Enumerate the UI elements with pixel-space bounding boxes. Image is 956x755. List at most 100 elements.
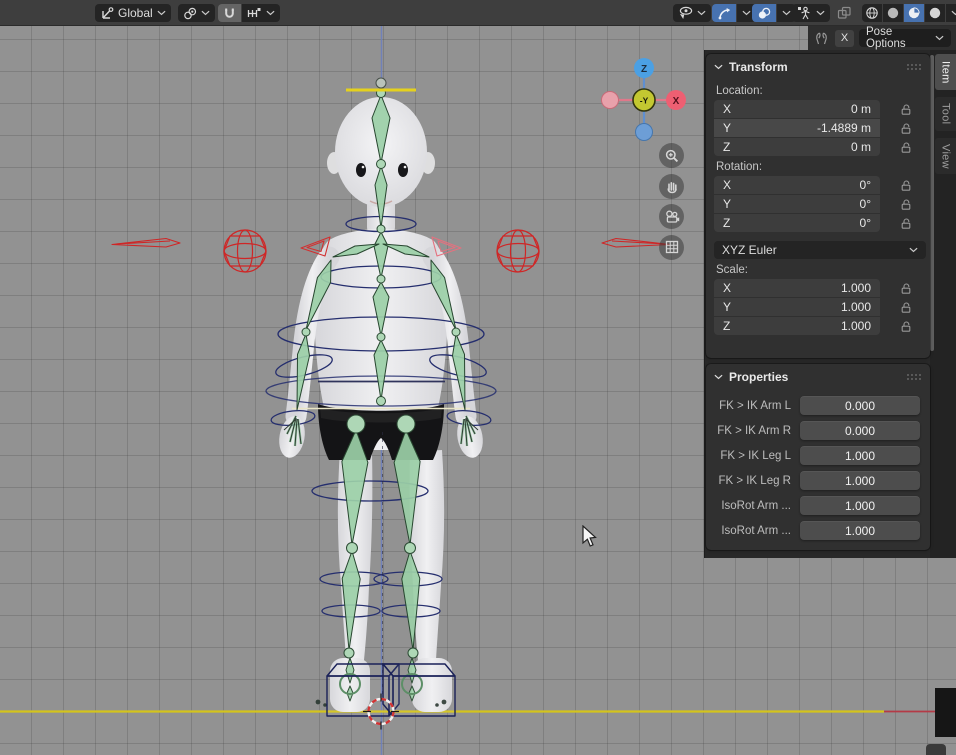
isorot-arm-1-slider[interactable]: 1.000 [800, 496, 920, 515]
pose-display-dropdown[interactable] [792, 4, 830, 22]
lock-icon[interactable] [899, 301, 913, 314]
location-x-field[interactable]: X 0 m [714, 100, 880, 118]
shading-solid-button[interactable] [883, 4, 903, 22]
properties-panel-title: Properties [729, 370, 788, 384]
lock-icon[interactable] [899, 141, 913, 154]
fk-ik-leg-r-slider[interactable]: 1.000 [800, 471, 920, 490]
blender-window: Z X -Y [0, 0, 956, 755]
fk-ik-leg-l-slider[interactable]: 1.000 [800, 446, 920, 465]
x-axis-mirror-icon [813, 31, 830, 46]
shading-rendered-button[interactable] [925, 4, 945, 22]
tab-item[interactable]: Item [935, 54, 956, 90]
zoom-button[interactable] [659, 143, 684, 168]
pivot-point-dropdown[interactable] [178, 4, 215, 22]
shading-wireframe-icon [865, 6, 879, 20]
panel-collapse-icon [714, 374, 723, 380]
scale-y-field[interactable]: Y 1.000 [714, 298, 880, 316]
property-label: FK > IK Arm R [712, 425, 800, 437]
chevron-down-icon [266, 10, 275, 16]
lock-icon[interactable] [899, 282, 913, 295]
gizmo-x-label: X [673, 96, 680, 107]
property-label: FK > IK Leg R [712, 475, 800, 487]
rotation-x-field[interactable]: X 0° [714, 176, 880, 194]
gizmo-z-label: Z [641, 64, 647, 75]
gizmo-neg-y-label: -Y [640, 96, 649, 106]
rotation-mode-value: XYZ Euler [722, 243, 777, 257]
show-gizmos-toggle[interactable] [712, 4, 736, 22]
corner-widget[interactable] [926, 744, 946, 755]
property-row: FK > IK Arm R 0.000 [712, 421, 920, 440]
snap-toggle-button[interactable] [218, 4, 241, 22]
property-row: FK > IK Leg L 1.000 [712, 446, 920, 465]
chevron-down-icon [951, 10, 956, 16]
transform-orientation-icon [100, 7, 114, 20]
location-y-field[interactable]: Y -1.4889 m [714, 119, 880, 137]
tab-view[interactable]: View [935, 138, 956, 174]
pan-button[interactable] [659, 174, 684, 199]
transform-orientation-dropdown[interactable]: Global [95, 4, 171, 22]
location-fields: X 0 m Y -1.4889 m Z 0 m [714, 100, 930, 156]
viewport-header: Global [0, 0, 956, 26]
chevron-down-icon [816, 10, 825, 16]
properties-panel-header[interactable]: Properties [706, 364, 930, 390]
visibility-dropdown[interactable] [673, 4, 711, 22]
lock-icon[interactable] [899, 320, 913, 333]
pose-options-dropdown[interactable]: Pose Options [859, 29, 951, 47]
scale-label: Scale: [716, 264, 930, 276]
snap-increment-icon [247, 7, 262, 19]
lock-icon[interactable] [899, 103, 913, 116]
property-label: IsoRot Arm ... [712, 500, 800, 512]
mirror-x-label: X [841, 32, 848, 44]
mirror-x-button[interactable]: X [835, 30, 854, 47]
chevron-down-icon [742, 10, 751, 16]
snap-settings-dropdown[interactable] [242, 4, 280, 22]
transform-panel: Transform Location: X 0 m Y -1.4889 m [706, 54, 930, 358]
scale-z-field[interactable]: Z 1.000 [714, 317, 880, 335]
rotation-z-field[interactable]: Z 0° [714, 214, 880, 232]
transform-panel-header[interactable]: Transform [706, 54, 930, 80]
orthographic-toggle-button[interactable] [659, 235, 684, 260]
location-z-field[interactable]: Z 0 m [714, 138, 880, 156]
property-label: IsoRot Arm ... [712, 525, 800, 537]
scale-x-field[interactable]: X 1.000 [714, 279, 880, 297]
shading-material-icon [907, 6, 921, 20]
eye-with-cursor-icon [678, 6, 693, 20]
chevron-down-icon [157, 10, 166, 16]
shading-dropdown[interactable] [946, 4, 956, 22]
gizmo-neg-x-handle[interactable] [602, 92, 619, 109]
lock-icon[interactable] [899, 179, 913, 192]
lock-icon[interactable] [899, 198, 913, 211]
fk-ik-arm-r-slider[interactable]: 0.000 [800, 421, 920, 440]
gizmo-neg-z-handle[interactable] [636, 124, 653, 141]
shading-wireframe-button[interactable] [862, 4, 882, 22]
snap-magnet-icon [223, 7, 236, 20]
xray-toggle-button[interactable] [832, 4, 857, 22]
rotation-y-field[interactable]: Y 0° [714, 195, 880, 213]
panel-grip-icon[interactable] [906, 373, 922, 381]
camera-icon [664, 209, 680, 225]
tab-tool[interactable]: Tool [935, 97, 956, 131]
property-row: IsoRot Arm ... 1.000 [712, 521, 920, 540]
property-label: FK > IK Leg L [712, 450, 800, 462]
xray-icon [837, 6, 852, 20]
region-corner-block [935, 688, 956, 737]
lock-icon[interactable] [899, 122, 913, 135]
camera-view-button[interactable] [659, 204, 684, 229]
shading-solid-icon [886, 6, 900, 20]
navigation-gizmo[interactable]: Z X -Y [598, 54, 690, 146]
isorot-arm-2-slider[interactable]: 1.000 [800, 521, 920, 540]
shading-material-button[interactable] [904, 4, 924, 22]
property-row: FK > IK Leg R 1.000 [712, 471, 920, 490]
property-row: FK > IK Arm L 0.000 [712, 396, 920, 415]
lock-icon[interactable] [899, 217, 913, 230]
show-overlays-toggle[interactable] [752, 4, 776, 22]
rotation-mode-dropdown[interactable]: XYZ Euler [714, 241, 926, 259]
tab-item-label: Item [940, 61, 952, 84]
tool-settings-strip: X Pose Options [808, 26, 956, 50]
fk-ik-arm-l-slider[interactable]: 0.000 [800, 396, 920, 415]
chevron-down-icon [782, 10, 791, 16]
panel-grip-icon[interactable] [906, 63, 922, 71]
properties-panel: Properties FK > IK Arm L 0.000 FK > IK A… [706, 364, 930, 550]
sidebar-scrollbar[interactable] [930, 55, 934, 351]
transform-panel-title: Transform [729, 60, 788, 74]
